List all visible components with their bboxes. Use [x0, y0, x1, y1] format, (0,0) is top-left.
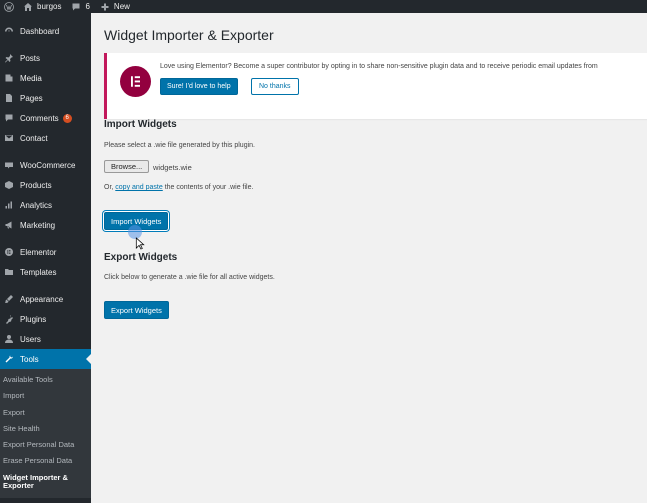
sidebar-item-woocommerce[interactable]: WooCommerce — [0, 155, 91, 175]
wrench-icon — [3, 353, 15, 365]
sidebar-item-pages[interactable]: Pages — [0, 88, 91, 108]
plug-icon — [3, 313, 15, 325]
tools-submenu: Available Tools Import Export Site Healt… — [0, 369, 91, 498]
sidebar-item-posts[interactable]: Posts — [0, 48, 91, 68]
plus-icon — [101, 3, 109, 10]
copy-paste-link[interactable]: copy and paste — [115, 184, 162, 191]
submenu-erase-personal-data[interactable]: Erase Personal Data — [0, 453, 91, 469]
mail-icon — [3, 132, 15, 144]
sidebar-item-elementor[interactable]: Elementor — [0, 242, 91, 262]
submenu-export[interactable]: Export — [0, 405, 91, 421]
sidebar-item-plugins[interactable]: Plugins — [0, 309, 91, 329]
import-instruction: Please select a .wie file generated by t… — [104, 142, 255, 149]
user-icon — [3, 333, 15, 345]
export-widgets-button[interactable]: Export Widgets — [104, 301, 169, 319]
dashboard-icon — [3, 25, 15, 37]
megaphone-icon — [3, 219, 15, 231]
submenu-site-health[interactable]: Site Health — [0, 421, 91, 437]
sidebar-item-products[interactable]: Products — [0, 175, 91, 195]
pin-icon — [3, 52, 15, 64]
bar-chart-icon — [3, 199, 15, 211]
mouse-cursor-icon — [135, 237, 145, 250]
elementor-icon — [3, 246, 15, 258]
site-name-link[interactable]: burgos — [18, 0, 66, 13]
sidebar-item-tools[interactable]: Tools — [0, 349, 91, 369]
elementor-optin-notice: Love using Elementor? Become a super con… — [104, 53, 647, 119]
brush-icon — [3, 293, 15, 305]
woo-icon — [3, 159, 15, 171]
sidebar-item-appearance[interactable]: Appearance — [0, 289, 91, 309]
sidebar-item-analytics[interactable]: Analytics — [0, 195, 91, 215]
sidebar-item-contact[interactable]: Contact — [0, 128, 91, 148]
comment-icon — [3, 112, 15, 124]
media-icon — [3, 72, 15, 84]
import-heading: Import Widgets — [104, 119, 177, 130]
comments-count: 6 — [85, 2, 90, 11]
submenu-export-personal-data[interactable]: Export Personal Data — [0, 437, 91, 453]
wordpress-logo-button[interactable] — [0, 0, 18, 13]
notice-message: Love using Elementor? Become a super con… — [160, 63, 598, 70]
site-name: burgos — [37, 2, 62, 11]
submenu-available-tools[interactable]: Available Tools — [0, 372, 91, 388]
comments-link[interactable]: 6 — [66, 0, 94, 13]
admin-bar: burgos 6 New — [0, 0, 647, 13]
export-heading: Export Widgets — [104, 252, 178, 263]
sidebar-item-media[interactable]: Media — [0, 68, 91, 88]
export-instruction: Click below to generate a .wie file for … — [104, 274, 275, 281]
browse-file-button[interactable]: Browse... — [104, 160, 150, 173]
new-content-link[interactable]: New — [95, 0, 135, 13]
optin-accept-button[interactable]: Sure! I'd love to help — [160, 78, 238, 95]
comments-badge: 6 — [62, 113, 72, 123]
page-icon — [3, 92, 15, 104]
box-icon — [3, 179, 15, 191]
optin-decline-button[interactable]: No thanks — [251, 78, 299, 95]
sidebar-item-comments[interactable]: Comments 6 — [0, 108, 91, 128]
sidebar-item-dashboard[interactable]: Dashboard — [0, 21, 91, 41]
page-title: Widget Importer & Exporter — [104, 27, 274, 43]
admin-sidebar: Dashboard Posts Media Pages Comments 6 C… — [0, 13, 91, 503]
selected-file-name: widgets.wie — [153, 163, 192, 172]
paste-instruction: Or, copy and paste the contents of your … — [104, 184, 254, 191]
home-icon — [24, 2, 32, 11]
submenu-widget-importer-exporter[interactable]: Widget Importer & Exporter — [0, 470, 91, 495]
folder-icon — [3, 266, 15, 278]
sidebar-item-templates[interactable]: Templates — [0, 262, 91, 282]
submenu-import[interactable]: Import — [0, 388, 91, 404]
sidebar-item-marketing[interactable]: Marketing — [0, 215, 91, 235]
elementor-logo-icon — [120, 66, 151, 97]
new-label: New — [113, 2, 130, 11]
sidebar-item-users[interactable]: Users — [0, 329, 91, 349]
main-content: Widget Importer & Exporter Love using El… — [91, 13, 647, 503]
comment-bubble-icon — [72, 3, 80, 10]
wordpress-icon — [4, 1, 14, 12]
